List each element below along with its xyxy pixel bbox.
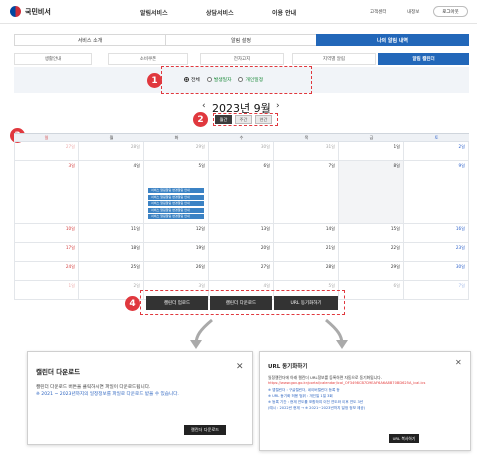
download-modal-text: 캘린더 다운로드 버튼을 클릭하시면 파일이 다운로드됩니다. — [36, 385, 151, 390]
arrow-head-icon — [336, 340, 348, 349]
calendar-url-value[interactable]: https://www.gov.go.kr/portal/calendar/ic… — [268, 381, 466, 386]
download-modal-note: ※ 2021 ~ 2023년까지의 일정정보를 파일로 다운로드 받을 수 있습… — [36, 392, 179, 397]
modal-calendar-download-button[interactable]: 캘린더 다운로드 — [184, 425, 226, 435]
download-modal-title: 캘린더 다운로드 — [36, 368, 81, 376]
url-modal-text: 일정캘린더에 아래 캘린더 URL정보를 등록하면 자동으로 동기화됩니다. — [268, 375, 382, 380]
url-modal-title: URL 동기화하기 — [268, 364, 308, 370]
close-icon[interactable]: ✕ — [455, 358, 462, 367]
url-modal-note-range: ※ URL 동기화 허용 범위 : 개인일 1일 3회 — [268, 394, 333, 398]
url-modal-note-period: ※ 등록 기간 : 현재 연도를 포함하여 이전 연도와 이후 연도 3년 — [268, 400, 364, 404]
arrow-head-icon — [190, 340, 202, 349]
close-icon[interactable]: ✕ — [236, 362, 244, 372]
url-modal-note-example: (예시 : 2022년 현재 → ※ 2021~2023년까지 일정 정보 제공… — [268, 406, 366, 410]
url-copy-button[interactable]: URL 복사하기 — [389, 434, 419, 443]
url-modal-note-apps: ※ 앱캘린더 : 구글캘린더, 네이버캘린더 등록 등 — [268, 388, 340, 392]
